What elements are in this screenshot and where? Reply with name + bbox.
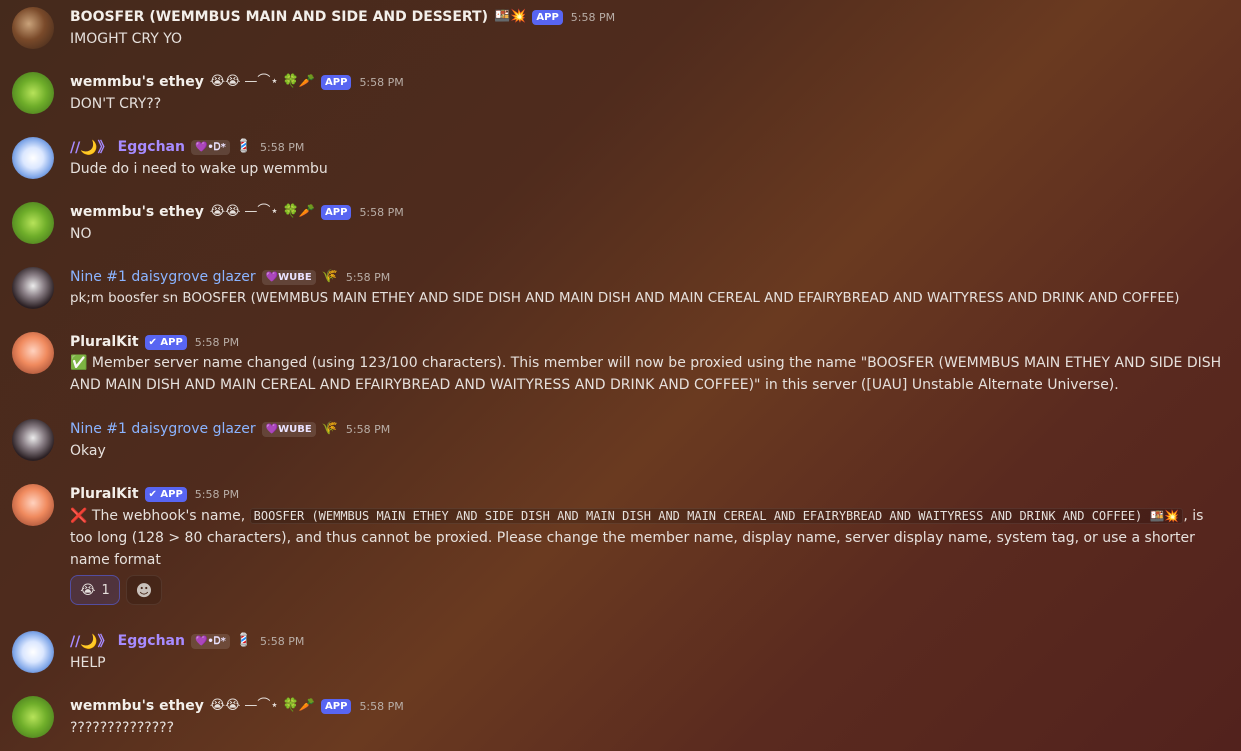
message-header: //🌙》 Eggchan 💜•Ꭰ* 💈 5:58 PM [70,137,304,157]
inline-code: BOOSFER (WEMMBUS MAIN ETHEY AND SIDE DIS… [249,508,1184,524]
message-header: PluralKit ✔ APP 5:58 PM [70,332,239,352]
reaction-count: 1 [101,582,110,598]
timestamp[interactable]: 5:58 PM [571,11,615,24]
timestamp[interactable]: 5:58 PM [346,423,390,436]
message-header: wemmbu's ethey 😭😭 —⌒⋆ 🍀🥕 APP 5:58 PM [70,72,404,92]
message-text: ✅ Member server name changed (using 123/… [70,352,1230,396]
author-name[interactable]: PluralKit [70,486,139,502]
server-tag[interactable]: 💜•Ꭰ* [190,633,230,649]
author-name[interactable]: PluralKit [70,334,139,350]
author-name[interactable]: Eggchan [118,139,185,155]
message-header: PluralKit ✔ APP 5:58 PM [70,484,239,504]
message-text: NO [70,226,92,242]
app-badge: APP [321,74,352,90]
avatar[interactable] [12,696,54,738]
avatar[interactable] [12,72,54,114]
author-name[interactable]: wemmbu's ethey [70,74,204,90]
cross-mark-icon: ❌ [70,508,88,524]
verified-app-badge: ✔ APP [144,334,187,350]
message-text: pk;m boosfer sn BOOSFER (WEMMBUS MAIN ET… [70,291,1180,306]
author-emojis: 🍱💥 [494,9,527,24]
author-name[interactable]: wemmbu's ethey [70,204,204,220]
author-name[interactable]: Eggchan [118,633,185,649]
app-badge: APP [321,204,352,220]
message-header: Nine #1 daisygrove glazer 💜WUBE 🌾 5:58 P… [70,419,390,439]
author-emojis: 😭😭 —⌒⋆ 🍀🥕 [209,74,316,89]
server-tag[interactable]: 💜•Ꭰ* [190,139,230,155]
author-prefix: //🌙》 [70,634,112,650]
avatar[interactable] [12,7,54,49]
message-text: ?????????????? [70,720,175,736]
message-text: Okay [70,443,106,459]
message-body-before: The webhook's name, [91,508,246,524]
add-reaction-button[interactable]: ☻ [126,575,162,605]
message-text: Dude do i need to wake up wemmbu [70,161,328,177]
avatar[interactable] [12,202,54,244]
timestamp[interactable]: 5:58 PM [260,141,304,154]
avatar[interactable] [12,267,54,309]
avatar[interactable] [12,137,54,179]
message-text: DON'T CRY?? [70,96,162,112]
avatar[interactable] [12,332,54,374]
reaction-crying[interactable]: 😭 1 [70,575,120,605]
author-name[interactable]: Nine #1 daisygrove glazer [70,421,256,437]
avatar[interactable] [12,484,54,526]
author-prefix: //🌙》 [70,140,112,156]
message-header: BOOSFER (WEMMBUS MAIN AND SIDE AND DESSE… [70,7,615,27]
timestamp[interactable]: 5:58 PM [260,635,304,648]
timestamp[interactable]: 5:58 PM [346,271,390,284]
author-emojis: 😭😭 —⌒⋆ 🍀🥕 [209,204,316,219]
message-text: HELP [70,655,106,671]
author-name[interactable]: Nine #1 daisygrove glazer [70,269,256,285]
smiley-icon: ☻ [135,580,153,600]
message-text: IMOGHT CRY YO [70,31,183,47]
server-tag[interactable]: 💜WUBE [261,269,316,285]
verified-app-badge: ✔ APP [144,486,187,502]
author-suffix-emoji: 🌾 [321,269,338,284]
timestamp[interactable]: 5:58 PM [195,488,239,501]
author-name[interactable]: BOOSFER (WEMMBUS MAIN AND SIDE AND DESSE… [70,9,488,25]
timestamp[interactable]: 5:58 PM [359,206,403,219]
author-suffix-emoji: 💈 [235,633,253,648]
timestamp[interactable]: 5:58 PM [195,336,239,349]
message-header: wemmbu's ethey 😭😭 —⌒⋆ 🍀🥕 APP 5:58 PM [70,202,404,222]
timestamp[interactable]: 5:58 PM [359,700,403,713]
message-header: //🌙》 Eggchan 💜•Ꭰ* 💈 5:58 PM [70,631,304,651]
message-text: ❌ The webhook's name, BOOSFER (WEMMBUS M… [70,505,1210,571]
message-header: Nine #1 daisygrove glazer 💜WUBE 🌾 5:58 P… [70,267,390,287]
avatar[interactable] [12,631,54,673]
reactions-bar: 😭 1 ☻ [70,575,162,605]
author-suffix-emoji: 💈 [235,139,253,154]
author-emojis: 😭😭 —⌒⋆ 🍀🥕 [209,698,316,713]
message-body: Member server name changed (using 123/10… [70,355,1222,393]
check-mark-icon: ✅ [70,355,88,371]
avatar[interactable] [12,419,54,461]
timestamp[interactable]: 5:58 PM [359,76,403,89]
message-header: wemmbu's ethey 😭😭 —⌒⋆ 🍀🥕 APP 5:58 PM [70,696,404,716]
chat-messages: BOOSFER (WEMMBUS MAIN AND SIDE AND DESSE… [0,0,1241,751]
app-badge: APP [532,9,563,25]
app-badge: APP [321,698,352,714]
crying-face-icon: 😭 [80,582,96,598]
server-tag[interactable]: 💜WUBE [261,421,316,437]
author-name[interactable]: wemmbu's ethey [70,698,204,714]
author-suffix-emoji: 🌾 [321,421,338,436]
